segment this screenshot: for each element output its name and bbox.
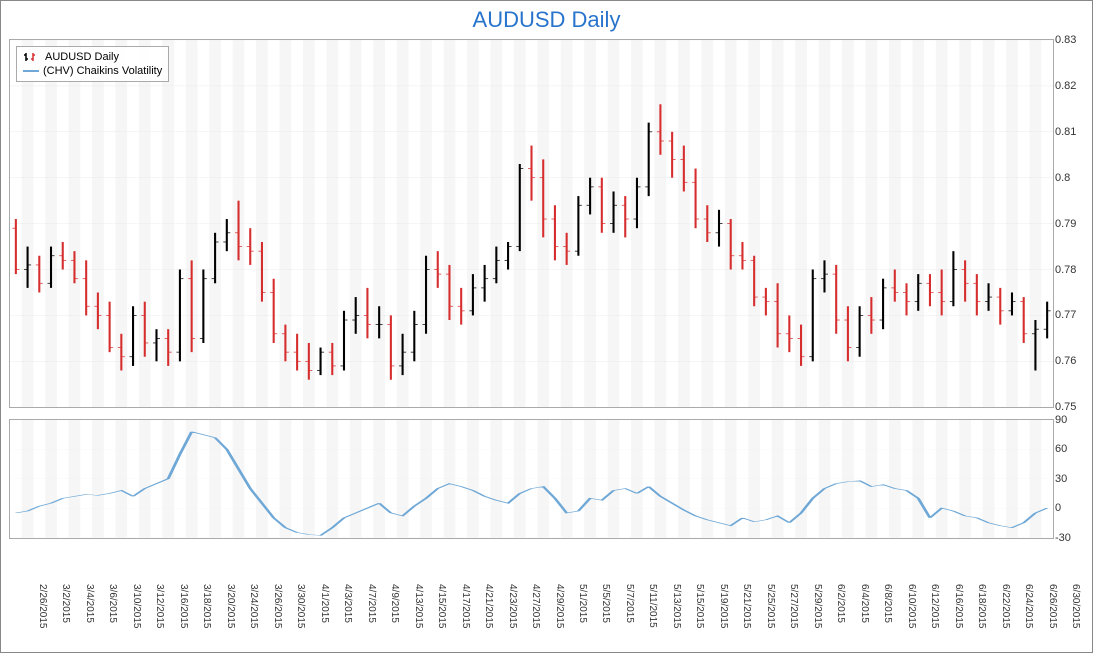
legend-ohlc-label: AUDUSD Daily: [45, 51, 119, 63]
legend-chv-label: (CHV) Chaikins Volatility: [43, 65, 162, 77]
ytick-label: 30: [1055, 473, 1067, 485]
ytick-label: 0.77: [1055, 309, 1076, 321]
ytick-label: 0.79: [1055, 218, 1076, 230]
price-yaxis: 0.750.760.770.780.790.80.810.820.83: [1055, 40, 1089, 407]
ytick-label: 60: [1055, 443, 1067, 455]
price-svg: [10, 40, 1053, 407]
ytick-label: 0.81: [1055, 126, 1076, 138]
ytick-label: -30: [1055, 532, 1071, 544]
chart-container: AUDUSD Daily AUDUSD Daily: [0, 0, 1093, 653]
indicator-panel[interactable]: -300306090: [9, 419, 1054, 538]
ytick-label: 0.76: [1055, 355, 1076, 367]
line-icon: [23, 70, 39, 72]
indicator-svg: [10, 420, 1053, 537]
ytick-label: 0.82: [1055, 80, 1076, 92]
ohlc-icon: [23, 51, 41, 63]
ytick-label: 0.83: [1055, 34, 1076, 46]
legend-row-ohlc: AUDUSD Daily: [23, 50, 162, 64]
xtick-label: 6/30/2015: [1015, 584, 1081, 629]
legend-row-chv: (CHV) Chaikins Volatility: [23, 64, 162, 78]
ytick-label: 0.8: [1055, 172, 1070, 184]
ytick-label: 0: [1055, 502, 1061, 514]
ytick-label: 90: [1055, 414, 1067, 426]
ytick-label: 0.78: [1055, 264, 1076, 276]
indicator-yaxis: -300306090: [1055, 420, 1089, 537]
chart-title: AUDUSD Daily: [1, 1, 1092, 35]
x-axis: 2/26/20153/2/20153/4/20153/6/20153/10/20…: [9, 584, 1054, 650]
legend: AUDUSD Daily (CHV) Chaikins Volatility: [16, 46, 169, 82]
ytick-label: 0.75: [1055, 401, 1076, 413]
price-panel[interactable]: AUDUSD Daily (CHV) Chaikins Volatility 0…: [9, 39, 1054, 408]
plot-area: AUDUSD Daily (CHV) Chaikins Volatility 0…: [9, 39, 1054, 582]
